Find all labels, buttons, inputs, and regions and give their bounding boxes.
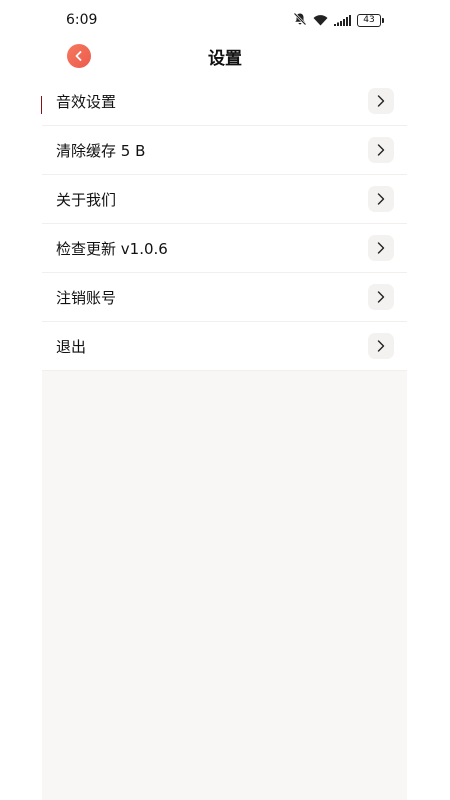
status-time: 6:09 — [66, 12, 98, 28]
settings-content: 音效设置 清除缓存 5 B 关于我们 检查更新 v1.0.6 注销账号 退出 — [42, 77, 407, 800]
chevron-right-icon[interactable] — [368, 235, 394, 261]
settings-item-label: 检查更新 v1.0.6 — [56, 239, 168, 258]
settings-item-label: 清除缓存 5 B — [56, 141, 146, 160]
settings-item-delete-account[interactable]: 注销账号 — [42, 273, 407, 322]
settings-list: 音效设置 清除缓存 5 B 关于我们 检查更新 v1.0.6 注销账号 退出 — [42, 77, 407, 371]
wifi-icon — [313, 11, 328, 30]
settings-item-sound[interactable]: 音效设置 — [42, 77, 407, 126]
chevron-right-icon[interactable] — [368, 186, 394, 212]
settings-item-about[interactable]: 关于我们 — [42, 175, 407, 224]
chevron-right-icon[interactable] — [368, 88, 394, 114]
page-title: 设置 — [208, 49, 242, 69]
header: 设置 — [0, 36, 450, 76]
signal-icon — [334, 11, 351, 30]
settings-item-label: 关于我们 — [56, 190, 117, 209]
settings-item-logout[interactable]: 退出 — [42, 322, 407, 371]
chevron-right-icon[interactable] — [368, 333, 394, 359]
bell-muted-icon — [293, 11, 307, 30]
chevron-right-icon[interactable] — [368, 284, 394, 310]
chevron-right-icon[interactable] — [368, 137, 394, 163]
status-icons: 43 — [293, 12, 384, 28]
settings-item-clear-cache[interactable]: 清除缓存 5 B — [42, 126, 407, 175]
settings-item-label: 注销账号 — [56, 288, 117, 307]
battery-level: 43 — [357, 13, 381, 27]
settings-item-label: 音效设置 — [56, 92, 117, 111]
status-bar: 6:09 43 — [0, 0, 450, 40]
battery-icon: 43 — [357, 13, 384, 27]
settings-item-label: 退出 — [56, 337, 87, 356]
settings-item-check-update[interactable]: 检查更新 v1.0.6 — [42, 224, 407, 273]
